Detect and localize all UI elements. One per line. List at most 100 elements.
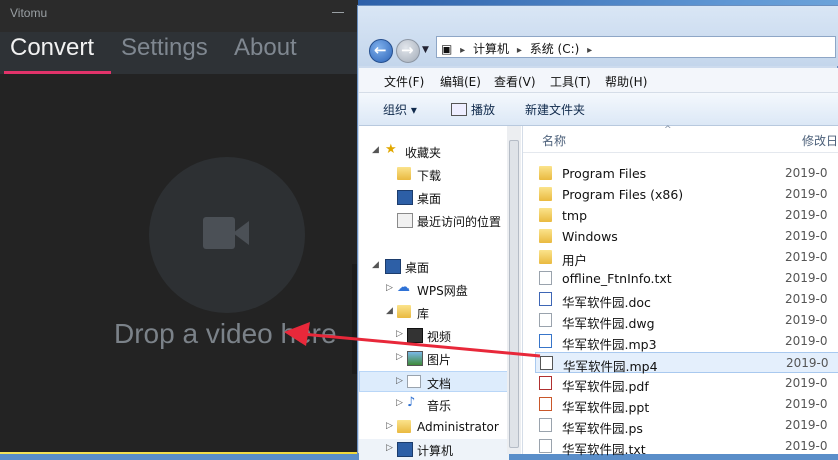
menu-file[interactable]: 文件(F) [384,73,424,90]
tab-about[interactable]: About [234,34,297,62]
nav-desktop-root[interactable]: ◢ 桌面 [359,256,509,277]
computer-icon [397,442,413,457]
organize-button[interactable]: 组织 ▾ [383,101,417,118]
nav-scrollbar-thumb[interactable] [509,140,519,448]
history-dropdown-icon[interactable]: ▼ [422,45,429,55]
back-button[interactable]: ← [369,39,393,63]
star-icon: ★ [385,142,397,157]
music-note-icon: ♪ [407,395,416,410]
play-button[interactable]: 播放 [471,101,495,118]
menu-view[interactable]: 查看(V) [494,73,536,90]
file-row[interactable]: 华军软件园.mp3 2019-0 [535,331,838,352]
explorer-window: ← → ▼ ▣ ▸ 计算机 ▸ 系统 (C:) ▸ 文件(F) 编辑(E) 查看… [357,5,838,460]
nav-desktop[interactable]: 桌面 [359,187,509,208]
file-icon [539,397,552,411]
drop-circle[interactable] [149,157,305,313]
nav-music[interactable]: ▷ ♪ 音乐 [359,394,509,415]
forward-button[interactable]: → [396,39,420,63]
video-camera-icon [203,217,235,249]
file-icon [539,271,552,285]
nav-library[interactable]: ◢ 库 [359,302,509,323]
breadcrumb-drive[interactable]: 系统 (C:) [530,42,580,56]
command-toolbar: 组织 ▾ 播放 新建文件夹 [359,93,838,126]
new-folder-button[interactable]: 新建文件夹 [525,101,585,118]
user-folder-icon [397,420,411,433]
nav-computer[interactable]: ▷ 计算机 [359,439,509,460]
tab-settings[interactable]: Settings [121,34,208,62]
file-row[interactable]: 华军软件园.pdf 2019-0 [535,373,838,394]
sort-ascending-icon: ^ [664,125,672,135]
nav-documents[interactable]: ▷ 文档 [359,371,509,392]
folder-row[interactable]: 用户 2019-0 [535,247,838,268]
video-camera-lens-icon [233,221,249,245]
expand-icon[interactable]: ▷ [396,329,403,339]
vitomu-window: Vitomu Convert Settings About Drop a vid… [0,0,358,452]
menu-tools[interactable]: 工具(T) [550,73,591,90]
folder-icon [539,166,552,180]
folder-icon [539,208,552,222]
file-name: 华军软件园.doc [562,295,651,310]
folder-icon [539,250,552,264]
file-name: 华军软件园.ps [562,421,643,436]
file-date: 2019-0 [785,229,828,243]
folder-row[interactable]: Windows 2019-0 [535,226,838,247]
file-row[interactable]: 华军软件园.dwg 2019-0 [535,310,838,331]
drop-zone[interactable]: Drop a video here [0,74,358,452]
file-name: offline_FtnInfo.txt [562,271,672,286]
file-date: 2019-0 [785,271,828,285]
nav-recent[interactable]: 最近访问的位置 [359,210,509,231]
file-name: tmp [562,208,588,223]
folder-row[interactable]: tmp 2019-0 [535,205,838,226]
file-date: 2019-0 [786,356,829,370]
nav-downloads[interactable]: 下载 [359,164,509,185]
nav-scrollbar[interactable] [507,126,521,454]
library-icon [397,305,411,318]
nav-videos[interactable]: ▷ 视频 [359,325,509,346]
expand-icon[interactable]: ▷ [396,352,403,362]
expand-icon[interactable]: ▷ [396,376,403,386]
file-name: 用户 [562,253,588,268]
file-row[interactable]: 华军软件园.ppt 2019-0 [535,394,838,415]
list-header: 名称 ^ 修改日 [523,125,838,153]
file-date: 2019-0 [785,166,828,180]
file-row[interactable]: 华军软件园.doc 2019-0 [535,289,838,310]
file-name: 华军软件园.ppt [562,400,650,415]
desktop-icon [397,190,413,205]
file-name: Program Files [562,166,647,181]
play-icon [451,103,467,116]
minimize-button[interactable] [332,12,344,13]
tab-convert[interactable]: Convert [10,34,94,62]
file-date: 2019-0 [785,334,828,348]
file-row[interactable]: 华军软件园.ps 2019-0 [535,415,838,436]
nav-favorites[interactable]: ◢ ★ 收藏夹 [359,141,509,162]
downloads-folder-icon [397,167,411,180]
file-name: 华军软件园.dwg [562,316,655,331]
file-row[interactable]: 华军软件园.mp4 2019-0 [535,352,838,374]
nav-pictures[interactable]: ▷ 图片 [359,348,509,369]
nav-wps[interactable]: ▷ ☁ WPS网盘 [359,279,509,300]
breadcrumb-separator-icon: ▸ [460,45,466,56]
column-name[interactable]: 名称 [542,132,566,149]
expand-icon[interactable]: ▷ [396,398,403,408]
folder-row[interactable]: Program Files (x86) 2019-0 [535,184,838,205]
file-name: 华军软件园.mp3 [562,337,657,352]
file-icon [539,334,552,348]
menu-edit[interactable]: 编辑(E) [440,73,481,90]
desktop-icon [385,259,401,274]
nav-administrator[interactable]: ▷ Administrator [359,417,509,438]
folder-row[interactable]: Program Files 2019-0 [535,163,838,184]
menu-help[interactable]: 帮助(H) [605,73,647,90]
collapse-icon[interactable]: ◢ [386,306,393,316]
column-modified[interactable]: 修改日 [802,132,838,149]
folder-icon [539,187,552,201]
breadcrumb-computer[interactable]: 计算机 [473,42,509,56]
expand-icon[interactable]: ▷ [386,443,393,453]
navigation-pane: ◢ ★ 收藏夹 下载 桌面 最近访问的位置 ◢ 桌面 ▷ ☁ WPS网盘 ◢ 库… [359,126,523,460]
collapse-icon[interactable]: ◢ [372,145,379,155]
collapse-icon[interactable]: ◢ [372,260,379,270]
file-row[interactable]: offline_FtnInfo.txt 2019-0 [535,268,838,289]
expand-icon[interactable]: ▷ [386,421,393,431]
file-date: 2019-0 [785,250,828,264]
expand-icon[interactable]: ▷ [386,283,393,293]
address-input[interactable]: ▣ ▸ 计算机 ▸ 系统 (C:) ▸ [436,36,836,58]
